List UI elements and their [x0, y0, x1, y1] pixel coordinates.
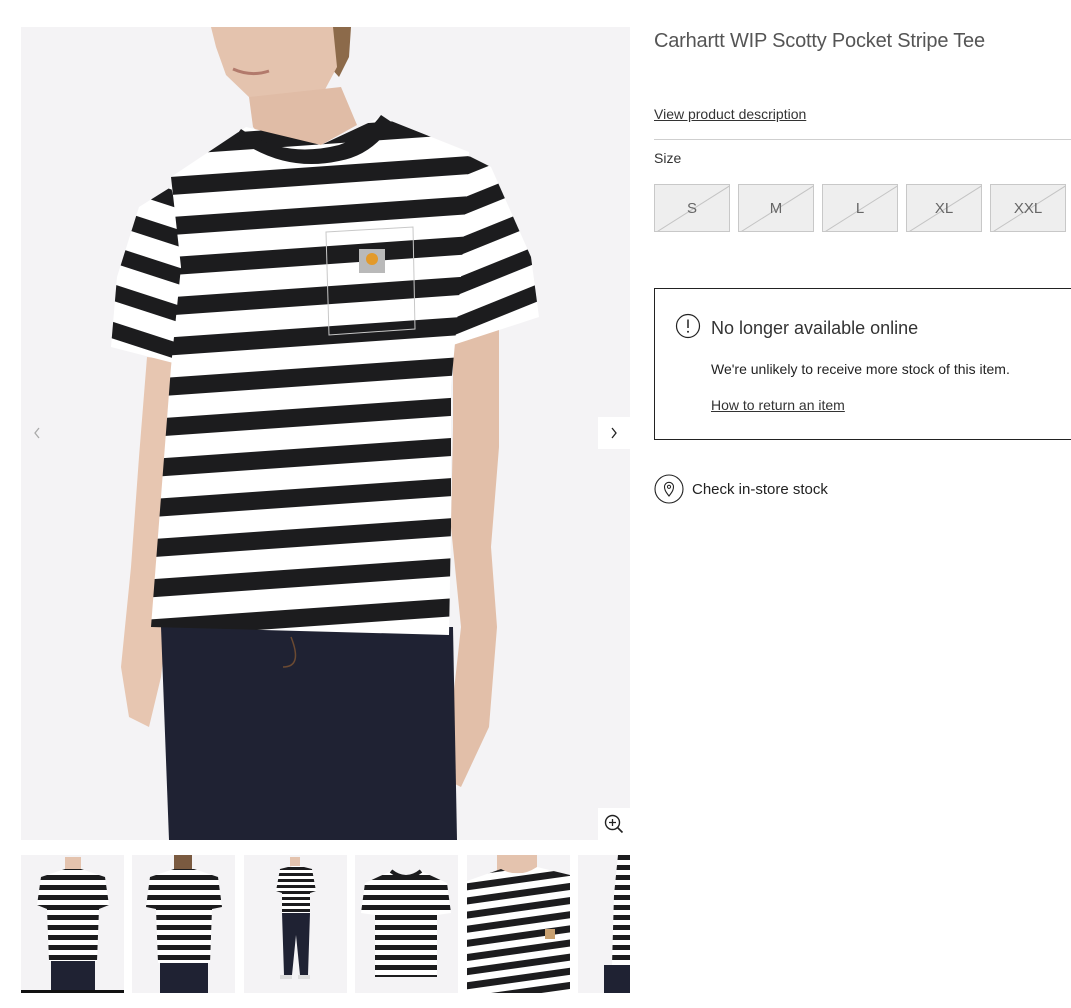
thumbnail-strip: [21, 855, 630, 995]
notice-title: No longer available online: [711, 318, 919, 338]
size-option-label: XL: [934, 199, 954, 217]
chevron-left-icon: [34, 427, 40, 439]
size-option-l[interactable]: L: [822, 184, 898, 232]
availability-notice: No longer available online We're unlikel…: [654, 288, 1071, 440]
thumbnail-flat-lay[interactable]: [355, 855, 458, 993]
divider: [654, 139, 1071, 140]
chevron-right-icon: [611, 427, 617, 439]
product-title: Carhartt WIP Scotty Pocket Stripe Tee: [654, 30, 985, 52]
size-option-s[interactable]: S: [654, 184, 730, 232]
thumbnail-image: [276, 857, 316, 979]
location-pin-icon: [654, 474, 684, 504]
size-option-label: XXL: [1013, 199, 1043, 217]
gallery-prev-button[interactable]: [21, 417, 53, 449]
size-option-xl[interactable]: XL: [906, 184, 982, 232]
thumbnail-front[interactable]: [21, 855, 124, 993]
product-info-panel: Carhartt WIP Scotty Pocket Stripe Tee Vi…: [654, 0, 1071, 1008]
gallery-next-button[interactable]: [598, 417, 630, 449]
thumbnail-image: [146, 855, 222, 993]
thumbnail-image: [604, 855, 630, 993]
check-store-stock-label: Check in-store stock: [692, 480, 828, 498]
size-option-m[interactable]: M: [738, 184, 814, 232]
size-option-xxl[interactable]: XXL: [990, 184, 1066, 232]
return-item-link[interactable]: How to return an item: [711, 397, 845, 413]
thumbnail-detail[interactable]: [467, 855, 570, 993]
zoom-button[interactable]: [598, 808, 630, 840]
exclamation-circle-icon: [675, 313, 701, 339]
zoom-in-icon: [604, 814, 624, 834]
size-label: Size: [654, 150, 682, 166]
size-options: S M L XL XXL: [654, 184, 1066, 232]
thumbnail-image: [37, 857, 109, 993]
thumbnail-image: [361, 869, 451, 977]
product-main-image: [111, 27, 539, 840]
thumbnail-back[interactable]: [132, 855, 235, 993]
check-store-stock-button[interactable]: Check in-store stock: [654, 474, 828, 504]
thumbnail-side[interactable]: [578, 855, 630, 993]
size-option-label: M: [769, 199, 783, 217]
thumbnail-full-body[interactable]: [244, 855, 347, 993]
notice-body: We're unlikely to receive more stock of …: [711, 361, 1010, 377]
thumbnail-image: [467, 855, 570, 993]
product-image-gallery: [21, 27, 630, 840]
view-description-link[interactable]: View product description: [654, 106, 806, 122]
size-option-label: S: [686, 199, 697, 217]
size-option-label: L: [855, 199, 865, 217]
